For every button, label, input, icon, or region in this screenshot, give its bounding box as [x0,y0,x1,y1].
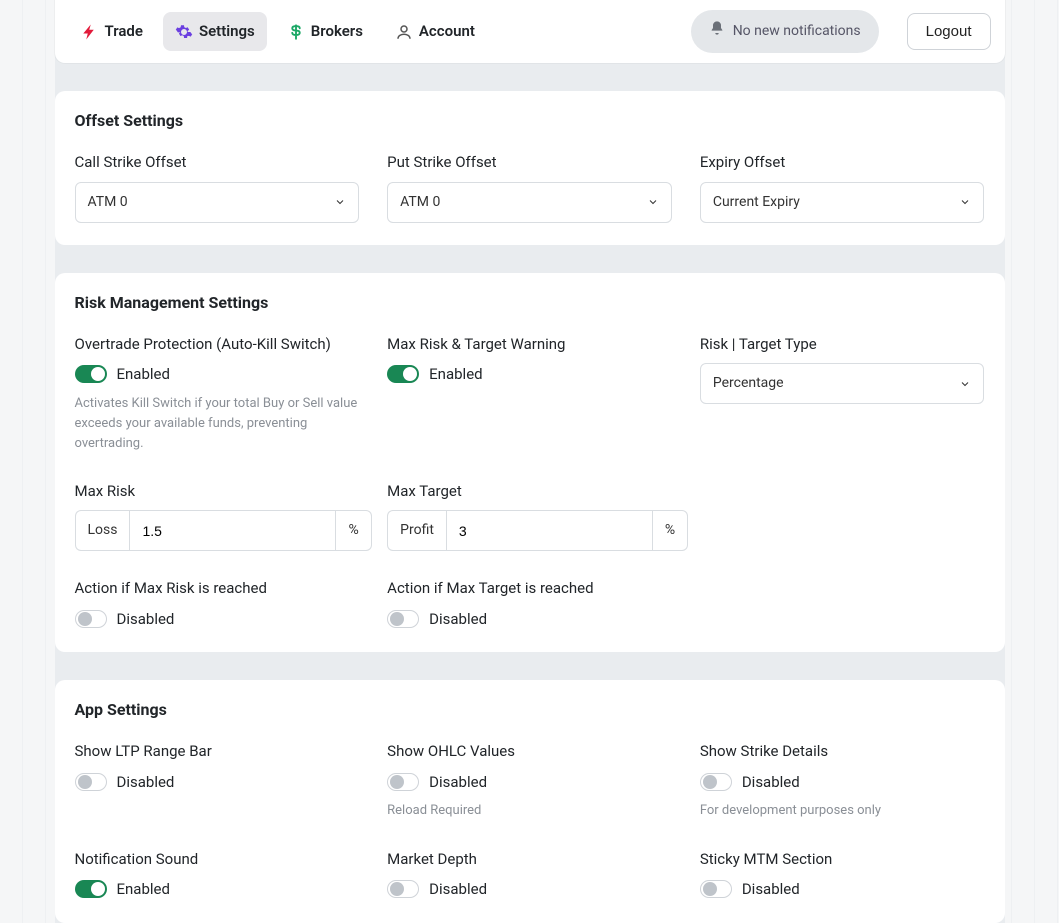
ohlc-toggle[interactable] [387,773,419,791]
field-label: Max Risk [75,480,360,503]
gear-icon [175,23,193,41]
bolt-icon [81,23,99,41]
field-label: Market Depth [387,848,672,871]
input-prefix: Loss [75,510,130,551]
select-value: Percentage [713,373,784,394]
action-max-risk-field: Action if Max Risk is reached Disabled [75,577,360,630]
toggle-state: Disabled [429,878,487,901]
logout-button[interactable]: Logout [907,13,991,50]
navbar: Trade Settings Brokers Account No new [55,0,1005,63]
nav-tab-trade[interactable]: Trade [69,12,155,51]
put-strike-offset-field: Put Strike Offset ATM 0 [387,151,672,223]
call-strike-offset-field: Call Strike Offset ATM 0 [75,151,360,223]
field-label: Show LTP Range Bar [75,740,360,763]
card-title: App Settings [75,698,985,722]
nav-tab-label: Brokers [311,20,363,43]
ltp-toggle[interactable] [75,773,107,791]
toggle-state: Disabled [117,771,175,794]
sticky-mtm-field: Sticky MTM Section Disabled [700,848,985,901]
field-label: Risk | Target Type [700,333,985,356]
nav-tab-label: Account [419,20,475,43]
field-label: Max Risk & Target Warning [387,333,672,356]
dollar-icon [287,23,305,41]
card-title: Offset Settings [75,109,985,133]
select-value: ATM 0 [88,192,128,213]
risk-target-type-select[interactable]: Percentage [700,363,985,404]
toggle-state: Enabled [117,363,170,386]
expiry-offset-field: Expiry Offset Current Expiry [700,151,985,223]
toggle-state: Disabled [429,771,487,794]
nav-tab-brokers[interactable]: Brokers [275,12,375,51]
field-label: Action if Max Target is reached [387,577,672,600]
max-target-input[interactable] [446,510,653,551]
chevron-down-icon [334,196,346,208]
card-title: Risk Management Settings [75,291,985,315]
notification-sound-field: Notification Sound Enabled [75,848,360,901]
field-label: Action if Max Risk is reached [75,577,360,600]
input-prefix: Profit [387,510,446,551]
action-max-target-field: Action if Max Target is reached Disabled [387,577,672,630]
user-icon [395,23,413,41]
strike-details-field: Show Strike Details Disabled For develop… [700,740,985,821]
toggle-state: Disabled [742,771,800,794]
helper-text: For development purposes only [700,801,985,821]
expiry-offset-select[interactable]: Current Expiry [700,182,985,223]
ltp-range-bar-field: Show LTP Range Bar Disabled [75,740,360,821]
notifications-text: No new notifications [733,21,861,42]
input-suffix: % [336,510,371,551]
strike-toggle[interactable] [700,773,732,791]
offset-settings-card: Offset Settings Call Strike Offset ATM 0… [55,91,1005,245]
call-strike-offset-select[interactable]: ATM 0 [75,182,360,223]
overtrade-protection-field: Overtrade Protection (Auto-Kill Switch) … [75,333,360,454]
nav-tab-label: Trade [105,20,143,43]
select-value: ATM 0 [400,192,440,213]
chevron-down-icon [647,196,659,208]
max-risk-target-warning-field: Max Risk & Target Warning Enabled [387,333,672,454]
nav-tab-label: Settings [199,20,255,43]
action-target-toggle[interactable] [387,610,419,628]
notifications-pill[interactable]: No new notifications [691,10,879,53]
field-label: Max Target [387,480,672,503]
field-label: Put Strike Offset [387,151,672,174]
select-value: Current Expiry [713,192,800,213]
field-label: Call Strike Offset [75,151,360,174]
action-risk-toggle[interactable] [75,610,107,628]
chevron-down-icon [959,378,971,390]
sound-toggle[interactable] [75,880,107,898]
max-risk-field: Max Risk Loss % [75,480,360,552]
depth-toggle[interactable] [387,880,419,898]
max-risk-input[interactable] [129,510,336,551]
field-label: Expiry Offset [700,151,985,174]
market-depth-field: Market Depth Disabled [387,848,672,901]
risk-settings-card: Risk Management Settings Overtrade Prote… [55,273,1005,653]
warning-toggle[interactable] [387,365,419,383]
toggle-state: Enabled [117,878,170,901]
field-label: Show Strike Details [700,740,985,763]
field-label: Show OHLC Values [387,740,672,763]
overtrade-toggle[interactable] [75,365,107,383]
risk-target-type-field: Risk | Target Type Percentage [700,333,985,454]
max-target-field: Max Target Profit % [387,480,672,552]
field-label: Sticky MTM Section [700,848,985,871]
helper-text: Reload Required [387,801,672,821]
field-label: Notification Sound [75,848,360,871]
app-settings-card: App Settings Show LTP Range Bar Disabled… [55,680,1005,922]
nav-tab-settings[interactable]: Settings [163,12,267,51]
chevron-down-icon [959,196,971,208]
bell-icon [709,20,725,43]
toggle-state: Disabled [742,878,800,901]
toggle-state: Disabled [117,608,175,631]
field-label: Overtrade Protection (Auto-Kill Switch) [75,333,360,356]
toggle-state: Disabled [429,608,487,631]
put-strike-offset-select[interactable]: ATM 0 [387,182,672,223]
helper-text: Activates Kill Switch if your total Buy … [75,394,360,454]
toggle-state: Enabled [429,363,482,386]
input-suffix: % [653,510,688,551]
ohlc-values-field: Show OHLC Values Disabled Reload Require… [387,740,672,821]
nav-tab-account[interactable]: Account [383,12,487,51]
sticky-toggle[interactable] [700,880,732,898]
